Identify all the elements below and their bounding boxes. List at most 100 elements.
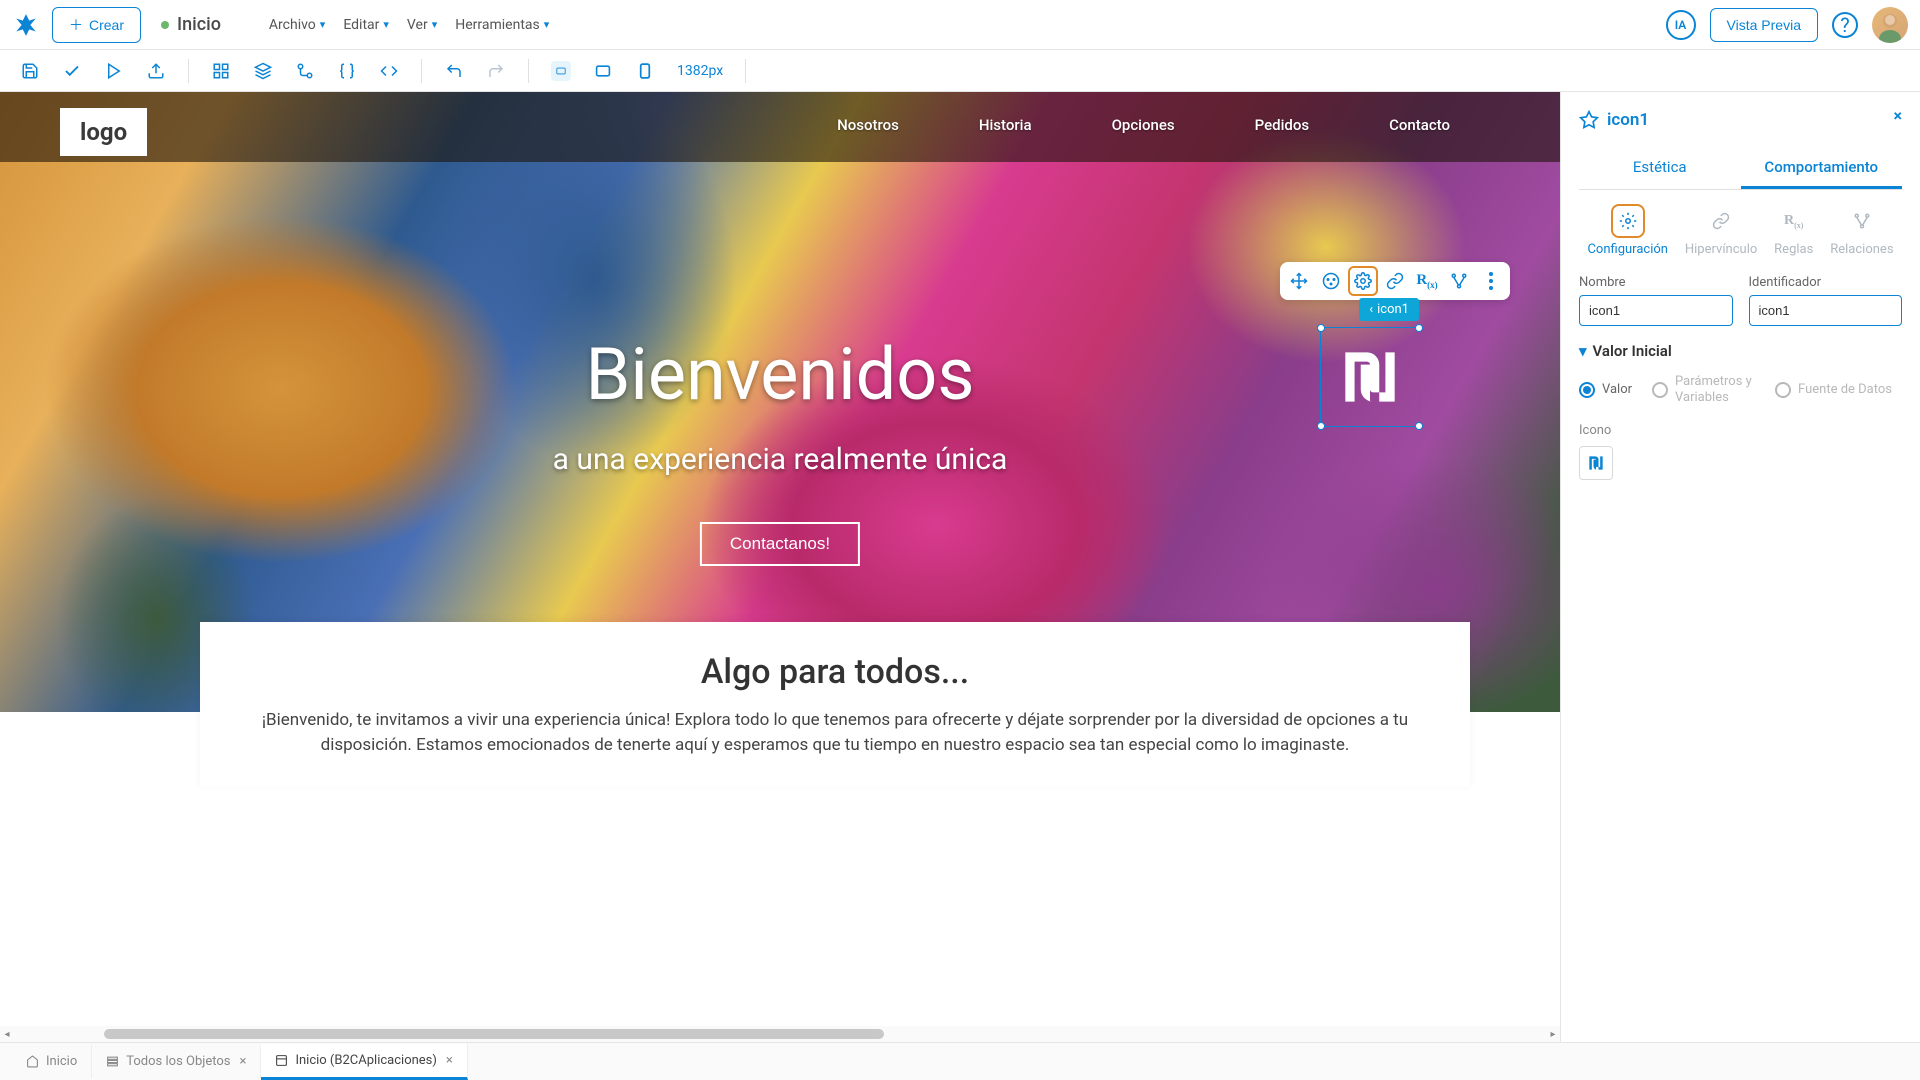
- panel-tabs: Estética Comportamiento: [1579, 148, 1902, 190]
- chevron-down-icon: ▾: [320, 18, 326, 31]
- resize-handle[interactable]: [1317, 422, 1325, 430]
- nav-opciones[interactable]: Opciones: [1112, 116, 1175, 134]
- nav-contacto[interactable]: Contacto: [1389, 116, 1450, 134]
- content-card[interactable]: Algo para todos... ¡Bienvenido, te invit…: [200, 622, 1470, 787]
- resize-handle[interactable]: [1317, 324, 1325, 332]
- layers-icon[interactable]: [253, 61, 273, 81]
- icono-picker[interactable]: [1579, 446, 1613, 480]
- site-nav: Nosotros Historia Opciones Pedidos Conta…: [837, 116, 1450, 134]
- device-desktop-icon[interactable]: [551, 61, 571, 81]
- radio-valor[interactable]: Valor: [1579, 382, 1632, 398]
- preview-button[interactable]: Vista Previa: [1710, 8, 1818, 42]
- resize-handle[interactable]: [1415, 422, 1423, 430]
- label-identificador: Identificador: [1749, 275, 1903, 290]
- menu-editar[interactable]: Editar▾: [343, 17, 389, 33]
- icono-label: Icono: [1579, 423, 1902, 438]
- grid-icon[interactable]: [211, 61, 231, 81]
- subtab-hipervinculo[interactable]: Hipervínculo: [1685, 204, 1757, 257]
- more-icon[interactable]: [1476, 266, 1506, 296]
- chevron-down-icon: ▾: [383, 18, 389, 31]
- hero-subtitle[interactable]: a una experiencia realmente única: [553, 442, 1008, 477]
- tab-estetica[interactable]: Estética: [1579, 148, 1741, 189]
- site-logo[interactable]: logo: [60, 108, 147, 156]
- horizontal-scrollbar[interactable]: ◂ ▸: [0, 1026, 1560, 1042]
- palette-icon[interactable]: [1316, 266, 1346, 296]
- main-area: logo Nosotros Historia Opciones Pedidos …: [0, 92, 1920, 1042]
- scrollbar-thumb[interactable]: [104, 1029, 884, 1039]
- path-icon[interactable]: [295, 61, 315, 81]
- nav-pedidos[interactable]: Pedidos: [1255, 116, 1309, 134]
- check-icon[interactable]: [62, 61, 82, 81]
- gear-icon: [1611, 204, 1645, 238]
- chevron-down-icon: ▾: [432, 18, 438, 31]
- bottombar: Inicio Todos los Objetos × Inicio (B2CAp…: [0, 1042, 1920, 1080]
- nav-historia[interactable]: Historia: [979, 116, 1032, 134]
- canvas[interactable]: logo Nosotros Historia Opciones Pedidos …: [0, 92, 1560, 1042]
- properties-panel: × icon1 Estética Comportamiento Configur…: [1560, 92, 1920, 1042]
- selection-label[interactable]: ‹icon1: [1359, 298, 1419, 321]
- page-icon: [275, 1054, 288, 1067]
- separator: [421, 59, 422, 83]
- create-button-label: Crear: [89, 17, 124, 33]
- chevron-left-icon: ‹: [1369, 302, 1373, 317]
- code-braces-icon[interactable]: [337, 61, 357, 81]
- hero-title[interactable]: Bienvenidos: [585, 332, 974, 417]
- resize-handle[interactable]: [1415, 324, 1423, 332]
- topbar: ＋ Crear Inicio Archivo▾ Editar▾ Ver▾ Her…: [0, 0, 1920, 50]
- bottom-tab-inicio-b2c[interactable]: Inicio (B2CAplicaciones) ×: [261, 1044, 467, 1080]
- chevron-down-icon: ▾: [1579, 342, 1587, 360]
- menu-archivo[interactable]: Archivo▾: [269, 17, 325, 33]
- scroll-right-icon[interactable]: ▸: [1546, 1029, 1560, 1040]
- link-icon: [1704, 204, 1738, 238]
- undo-icon[interactable]: [444, 61, 464, 81]
- close-tab-icon[interactable]: ×: [446, 1053, 453, 1068]
- valor-inicial-heading[interactable]: ▾ Valor Inicial: [1579, 342, 1902, 360]
- avatar[interactable]: [1872, 7, 1908, 43]
- subtab-relaciones[interactable]: Relaciones: [1830, 204, 1893, 257]
- selected-element-icon1[interactable]: ‹icon1: [1320, 327, 1420, 427]
- tab-comportamiento[interactable]: Comportamiento: [1741, 148, 1903, 189]
- star-icon[interactable]: [1579, 110, 1599, 130]
- menu-ver[interactable]: Ver▾: [407, 17, 437, 33]
- radio-parametros[interactable]: Parámetros y Variables: [1652, 374, 1755, 405]
- play-icon[interactable]: [104, 61, 124, 81]
- subtab-configuracion[interactable]: Configuración: [1587, 204, 1668, 257]
- save-icon[interactable]: [20, 61, 40, 81]
- home-icon: [26, 1055, 39, 1068]
- ia-badge[interactable]: IA: [1666, 10, 1696, 40]
- move-icon[interactable]: [1284, 266, 1314, 296]
- separator: [188, 59, 189, 83]
- scroll-left-icon[interactable]: ◂: [0, 1029, 14, 1040]
- create-button[interactable]: ＋ Crear: [52, 7, 141, 43]
- gear-icon[interactable]: [1348, 266, 1378, 296]
- device-tablet-icon[interactable]: [593, 61, 613, 81]
- close-tab-icon[interactable]: ×: [240, 1054, 247, 1069]
- menu-bar: Archivo▾ Editar▾ Ver▾ Herramientas▾: [269, 17, 549, 33]
- device-mobile-icon[interactable]: [635, 61, 655, 81]
- hero-section: logo Nosotros Historia Opciones Pedidos …: [0, 92, 1560, 712]
- menu-herramientas[interactable]: Herramientas▾: [455, 17, 549, 33]
- link-icon[interactable]: [1380, 266, 1410, 296]
- breadcrumb-home[interactable]: Inicio: [161, 14, 221, 35]
- valor-inicial-radios: Valor Parámetros y Variables Fuente de D…: [1579, 374, 1902, 405]
- input-nombre[interactable]: [1579, 295, 1733, 326]
- field-identificador: Identificador: [1749, 275, 1903, 326]
- input-identificador[interactable]: [1749, 295, 1903, 326]
- export-icon[interactable]: [146, 61, 166, 81]
- help-icon[interactable]: ?: [1832, 12, 1858, 38]
- topbar-right: IA Vista Previa ?: [1666, 7, 1908, 43]
- radio-fuente-datos[interactable]: Fuente de Datos: [1775, 382, 1892, 398]
- rules-icon[interactable]: R(x): [1412, 266, 1442, 296]
- bottom-tab-inicio[interactable]: Inicio: [12, 1045, 92, 1078]
- nav-nosotros[interactable]: Nosotros: [837, 116, 899, 134]
- hero-cta-button[interactable]: Contactanos!: [700, 522, 860, 566]
- bottom-tab-todos-objetos[interactable]: Todos los Objetos ×: [92, 1045, 261, 1078]
- close-panel-icon[interactable]: ×: [1894, 106, 1903, 125]
- name-id-row: Nombre Identificador: [1579, 275, 1902, 326]
- code-icon[interactable]: [379, 61, 399, 81]
- shekel-icon: [1333, 340, 1407, 414]
- breadcrumb-label: Inicio: [177, 14, 221, 35]
- relations-icon[interactable]: [1444, 266, 1474, 296]
- subtab-reglas[interactable]: R(x) Reglas: [1774, 204, 1813, 257]
- field-nombre: Nombre: [1579, 275, 1733, 326]
